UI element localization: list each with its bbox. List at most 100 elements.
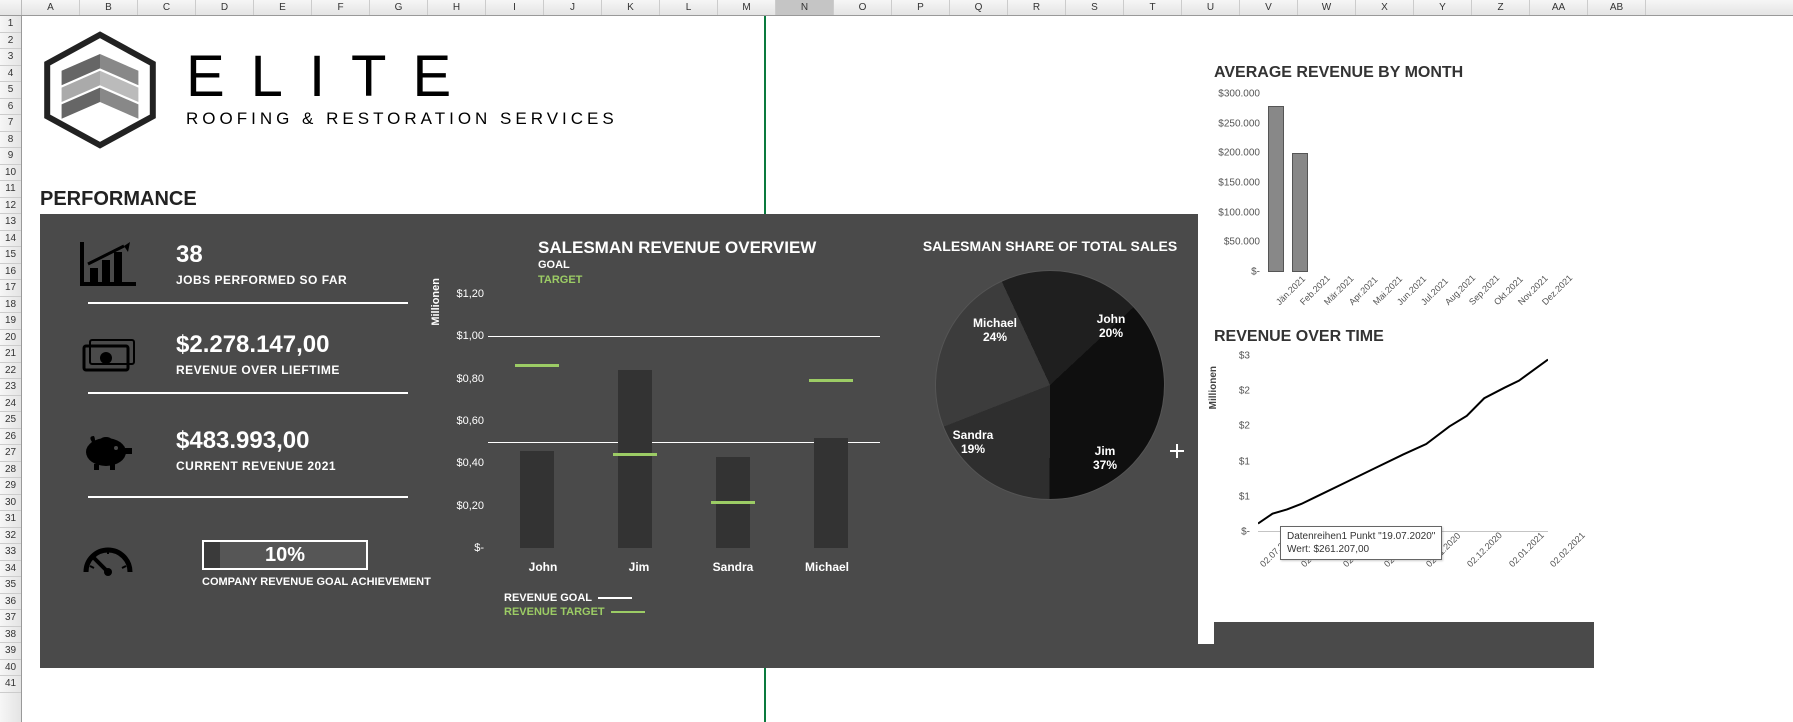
col-O[interactable]: O [834,0,892,15]
target-michael [809,379,853,382]
rev-ytick: $3 [1214,351,1250,362]
col-F[interactable]: F [312,0,370,15]
row-39[interactable]: 39 [0,643,21,660]
col-B[interactable]: B [80,0,138,15]
col-D[interactable]: D [196,0,254,15]
row-29[interactable]: 29 [0,478,21,495]
avg-ytick: $100.000 [1214,207,1260,218]
row-13[interactable]: 13 [0,214,21,231]
row-10[interactable]: 10 [0,165,21,182]
col-W[interactable]: W [1298,0,1356,15]
row-24[interactable]: 24 [0,396,21,413]
row-26[interactable]: 26 [0,429,21,446]
revenue-over-time-title: REVENUE OVER TIME [1214,328,1384,346]
col-T[interactable]: T [1124,0,1182,15]
col-M[interactable]: M [718,0,776,15]
col-X[interactable]: X [1356,0,1414,15]
row-15[interactable]: 15 [0,247,21,264]
avg-ytick: $150.000 [1214,178,1260,189]
bar-ytick: $- [446,542,484,554]
col-R[interactable]: R [1008,0,1066,15]
row-5[interactable]: 5 [0,82,21,99]
row-14[interactable]: 14 [0,231,21,248]
row-6[interactable]: 6 [0,99,21,116]
row-33[interactable]: 33 [0,544,21,561]
col-Z[interactable]: Z [1472,0,1530,15]
goal-label: COMPANY REVENUE GOAL ACHIEVEMENT [202,576,431,588]
col-AB[interactable]: AB [1588,0,1646,15]
kpi-current-value: $483.993,00 [176,427,336,455]
kpi-lifetime-value: $2.278.147,00 [176,331,340,359]
avg-ytick: $300.000 [1214,89,1260,100]
col-P[interactable]: P [892,0,950,15]
dashboard-panel: 38 JOBS PERFORMED SO FAR $2.278.147,00 R… [40,214,1198,644]
worksheet-area[interactable]: ELITE ROOFING & RESTORATION SERVICES PER… [22,16,1793,722]
row-9[interactable]: 9 [0,148,21,165]
row-27[interactable]: 27 [0,445,21,462]
row-7[interactable]: 7 [0,115,21,132]
row-8[interactable]: 8 [0,132,21,149]
piggy-icon [76,426,140,474]
avg-revenue-title: AVERAGE REVENUE BY MONTH [1214,64,1463,82]
bar-legend-goal-top: GOAL [538,258,880,273]
panel-strip [1214,622,1594,644]
row-22[interactable]: 22 [0,363,21,380]
bar-ytick: $0,60 [446,415,484,427]
col-A[interactable]: A [22,0,80,15]
row-20[interactable]: 20 [0,330,21,347]
bar-x-michael: Michael [792,560,862,574]
col-G[interactable]: G [370,0,428,15]
row-37[interactable]: 37 [0,610,21,627]
row-18[interactable]: 18 [0,297,21,314]
row-41[interactable]: 41 [0,676,21,693]
row-4[interactable]: 4 [0,66,21,83]
col-J[interactable]: J [544,0,602,15]
row-16[interactable]: 16 [0,264,21,281]
bar-ytick: $0,40 [446,457,484,469]
row-19[interactable]: 19 [0,313,21,330]
col-E[interactable]: E [254,0,312,15]
avg-ytick: $250.000 [1214,118,1260,129]
row-35[interactable]: 35 [0,577,21,594]
col-K[interactable]: K [602,0,660,15]
row-38[interactable]: 38 [0,627,21,644]
row-25[interactable]: 25 [0,412,21,429]
panel-footer-strip [40,644,1594,668]
legend-goal-label: REVENUE GOAL [504,592,592,604]
avg-bar-1 [1292,153,1308,272]
bar-ytick: $0,20 [446,500,484,512]
row-1[interactable]: 1 [0,16,21,33]
row-12[interactable]: 12 [0,198,21,215]
row-30[interactable]: 30 [0,495,21,512]
row-header-col[interactable]: 1234567891011121314151617181920212223242… [0,16,22,722]
col-L[interactable]: L [660,0,718,15]
avg-ytick: $200.000 [1214,148,1260,159]
row-2[interactable]: 2 [0,33,21,50]
col-I[interactable]: I [486,0,544,15]
row-36[interactable]: 36 [0,594,21,611]
bar-ytick: $1,20 [446,288,484,300]
target-sandra [711,501,755,504]
col-N[interactable]: N [776,0,834,15]
row-17[interactable]: 17 [0,280,21,297]
row-11[interactable]: 11 [0,181,21,198]
row-40[interactable]: 40 [0,660,21,677]
col-Y[interactable]: Y [1414,0,1472,15]
col-S[interactable]: S [1066,0,1124,15]
col-V[interactable]: V [1240,0,1298,15]
row-3[interactable]: 3 [0,49,21,66]
col-H[interactable]: H [428,0,486,15]
col-AA[interactable]: AA [1530,0,1588,15]
logo-icon [40,30,160,150]
row-21[interactable]: 21 [0,346,21,363]
row-34[interactable]: 34 [0,561,21,578]
column-header-row[interactable]: A B C D E F G H I J K L M N O P Q R S T … [0,0,1793,16]
goal-percent: 10% [265,544,305,567]
row-32[interactable]: 32 [0,528,21,545]
col-Q[interactable]: Q [950,0,1008,15]
col-U[interactable]: U [1182,0,1240,15]
row-28[interactable]: 28 [0,462,21,479]
row-23[interactable]: 23 [0,379,21,396]
row-31[interactable]: 31 [0,511,21,528]
col-C[interactable]: C [138,0,196,15]
